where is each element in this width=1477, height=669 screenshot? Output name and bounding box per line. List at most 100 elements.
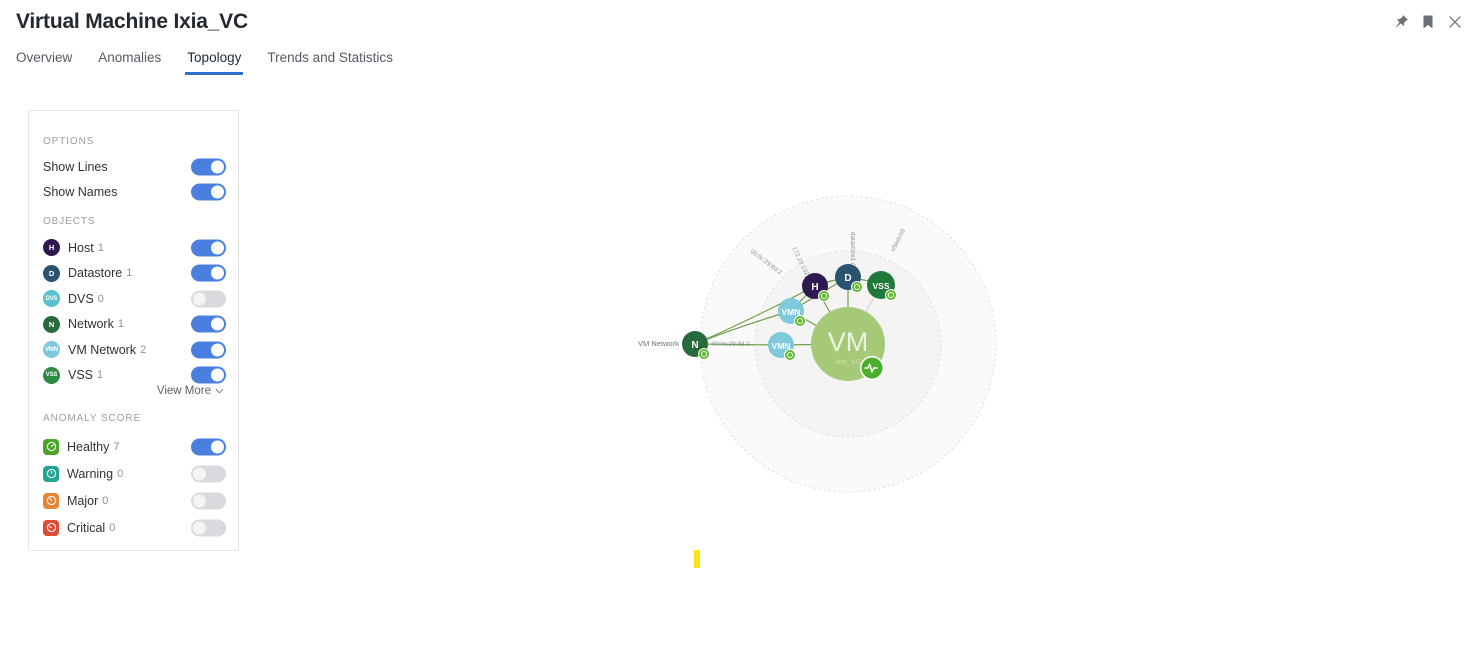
object-label: VM Network	[68, 342, 137, 357]
tab-overview[interactable]: Overview	[14, 50, 74, 75]
toggle-major[interactable]	[191, 492, 226, 509]
object-row-vm-network[interactable]: VMN VM Network 2	[29, 337, 238, 363]
object-label: Host	[68, 240, 94, 255]
anomaly-count: 0	[109, 521, 116, 534]
bookmark-icon[interactable]	[1420, 14, 1436, 30]
anomaly-label: Healthy	[67, 439, 110, 454]
object-label: Datastore	[68, 266, 123, 281]
toggle-knob	[193, 467, 206, 480]
toggle-host[interactable]	[191, 239, 226, 257]
vss-icon: VSS	[43, 366, 60, 384]
toggle-healthy[interactable]	[191, 438, 226, 455]
object-row-datastore[interactable]: D Datastore 1	[29, 261, 238, 287]
toggle-show-names[interactable]	[191, 183, 226, 200]
options-section-title: OPTIONS	[43, 136, 95, 147]
vm-node-sublabel: Ixia_VC	[835, 357, 862, 366]
object-count: 2	[140, 343, 147, 356]
option-label: Show Lines	[43, 159, 108, 174]
object-label: Network	[68, 317, 114, 332]
anomaly-count: 0	[117, 467, 124, 480]
toggle-knob	[193, 494, 206, 507]
toggle-vm-network[interactable]	[191, 341, 226, 359]
datastore-icon: D	[43, 264, 60, 282]
toggle-knob	[211, 343, 224, 357]
anomaly-count: 0	[102, 494, 109, 507]
object-count: 1	[97, 241, 104, 254]
object-label: VSS	[68, 368, 94, 383]
anomaly-list: Healthy 7 Warning 0 Major 0 Critical 0	[29, 433, 238, 541]
anomaly-row-critical[interactable]: Critical 0	[29, 514, 238, 541]
object-row-host[interactable]: H Host 1	[29, 235, 238, 261]
vm-network-external-label: VM Network	[638, 339, 679, 348]
object-count: 1	[117, 318, 124, 331]
dvs-icon: DVS	[43, 290, 60, 308]
tab-bar: Overview Anomalies Topology Trends and S…	[14, 50, 395, 75]
vm-node-label: VM	[828, 327, 869, 357]
vm-health-pulse-badge	[860, 356, 884, 380]
topology-page: Virtual Machine Ixia_VC Overview Anomali…	[0, 0, 1477, 669]
toggle-knob	[211, 368, 224, 382]
toggle-datastore[interactable]	[191, 264, 226, 282]
healthy-gauge-icon	[43, 438, 59, 455]
chevron-down-icon	[215, 388, 224, 394]
datastore-node-label: D	[844, 273, 851, 284]
window-controls	[1393, 14, 1463, 30]
page-header: Virtual Machine Ixia_VC Overview Anomali…	[0, 0, 1477, 84]
critical-gauge-icon	[43, 519, 59, 536]
tab-anomalies[interactable]: Anomalies	[96, 50, 163, 75]
warning-gauge-icon	[43, 465, 59, 482]
toggle-knob	[211, 241, 224, 255]
anomaly-row-healthy[interactable]: Healthy 7	[29, 433, 238, 460]
host-node-label: H	[811, 282, 818, 293]
toggle-knob	[193, 292, 206, 306]
toggle-dvs[interactable]	[191, 290, 226, 308]
toggle-knob	[211, 440, 224, 453]
anomaly-count: 7	[113, 440, 120, 453]
view-more-label: View More	[156, 385, 211, 397]
pin-icon[interactable]	[1393, 14, 1409, 30]
option-row-show-names[interactable]: Show Names	[29, 179, 238, 204]
major-gauge-icon	[43, 492, 59, 509]
vss-node-label: VSS	[872, 281, 889, 291]
topology-graph[interactable]: 00:0c:29:8d:2 172.29.132.92 datastore1 (…	[600, 140, 1100, 540]
tab-trends[interactable]: Trends and Statistics	[265, 50, 395, 75]
network-node-label: N	[691, 340, 698, 351]
anomaly-row-warning[interactable]: Warning 0	[29, 460, 238, 487]
object-count: 1	[97, 369, 104, 382]
toggle-vss[interactable]	[191, 366, 226, 384]
options-list: Show Lines Show Names	[29, 154, 238, 204]
toggle-network[interactable]	[191, 315, 226, 333]
anomaly-label: Warning	[67, 466, 114, 481]
host-icon: H	[43, 239, 60, 257]
toggle-critical[interactable]	[191, 519, 226, 536]
options-panel: OPTIONS Show Lines Show Names OBJECTS H …	[28, 110, 239, 551]
toggle-knob	[211, 160, 224, 173]
object-count: 0	[97, 292, 104, 305]
toggle-show-lines[interactable]	[191, 158, 226, 175]
toggle-warning[interactable]	[191, 465, 226, 482]
toggle-knob	[211, 185, 224, 198]
object-label: DVS	[68, 291, 94, 306]
object-row-network[interactable]: N Network 1	[29, 312, 238, 338]
edge-label: 00:0c:29:8d:2...	[712, 341, 755, 348]
anomaly-label: Critical	[67, 520, 106, 535]
yellow-marker	[694, 550, 700, 568]
close-icon[interactable]	[1447, 14, 1463, 30]
object-row-dvs[interactable]: DVS DVS 0	[29, 286, 238, 312]
network-icon: N	[43, 315, 60, 333]
anomaly-section-title: ANOMALY SCORE	[43, 413, 142, 424]
page-title: Virtual Machine Ixia_VC	[16, 10, 248, 33]
tab-topology[interactable]: Topology	[185, 50, 244, 75]
object-count: 1	[126, 267, 133, 280]
anomaly-row-major[interactable]: Major 0	[29, 487, 238, 514]
toggle-knob	[193, 521, 206, 534]
objects-list: H Host 1 D Datastore 1 DVS DVS 0 N Netwo…	[29, 235, 238, 388]
option-row-show-lines[interactable]: Show Lines	[29, 154, 238, 179]
option-label: Show Names	[43, 184, 118, 199]
toggle-knob	[211, 266, 224, 280]
toggle-knob	[211, 317, 224, 331]
objects-section-title: OBJECTS	[43, 216, 96, 227]
vm-network-icon: VMN	[43, 341, 60, 359]
anomaly-label: Major	[67, 493, 99, 508]
view-more-button[interactable]: View More	[157, 385, 224, 397]
